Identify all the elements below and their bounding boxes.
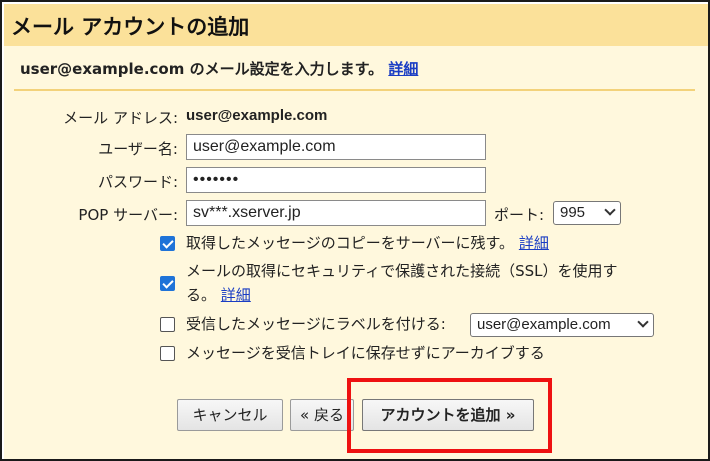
ssl-checkbox[interactable] [160,276,175,291]
subhead-text: user@example.com のメール設定を入力します。 [20,60,384,78]
highlight-box [347,378,552,453]
keep-copy-option: 取得したメッセージのコピーをサーバーに残す。 詳細 [186,231,549,255]
port-select[interactable]: 995 [553,201,621,225]
port-value: 995 [560,204,586,221]
keep-copy-details-link[interactable]: 詳細 [519,234,549,252]
pop-server-input[interactable]: sv***.xserver.jp [186,200,486,226]
port-label: ポート: [494,206,545,224]
password-input[interactable]: ••••••• [186,167,486,193]
archive-checkbox[interactable] [160,346,175,361]
subhead: user@example.com のメール設定を入力します。 詳細 [20,58,418,79]
title-bar: メール アカウントの追加 [4,4,708,46]
keep-copy-checkbox[interactable] [160,236,175,251]
label-select[interactable]: user@example.com [470,313,654,337]
password-label: パスワード: [97,173,178,191]
label-option-text: 受信したメッセージにラベルを付ける: [186,315,446,333]
keep-copy-label: 取得したメッセージのコピーをサーバーに残す。 [186,234,515,252]
ssl-label-line1: メールの取得にセキュリティで保護された接続（SSL）を使用す [186,262,618,280]
subhead-details-link[interactable]: 詳細 [388,60,418,78]
chevron-down-icon [604,204,616,216]
cancel-button[interactable]: キャンセル [177,399,283,431]
ssl-label-line2: る。 [186,286,217,304]
email-label: メール アドレス: [63,109,178,127]
label-checkbox[interactable] [160,317,175,332]
ssl-option: メールの取得にセキュリティで保護された接続（SSL）を使用す る。 詳細 [186,259,696,307]
username-label: ユーザー名: [98,140,178,158]
username-input[interactable]: user@example.com [186,134,486,160]
archive-option-text: メッセージを受信トレイに保存せずにアーカイブする [186,344,545,362]
dialog-title: メール アカウントの追加 [11,15,250,39]
label-select-value: user@example.com [477,316,611,333]
back-button[interactable]: « 戻る [290,399,354,431]
chevron-down-icon [637,316,649,328]
divider [14,89,695,91]
email-value: user@example.com [186,107,328,124]
pop-server-label: POP サーバー: [78,206,178,224]
ssl-details-link[interactable]: 詳細 [221,286,251,304]
